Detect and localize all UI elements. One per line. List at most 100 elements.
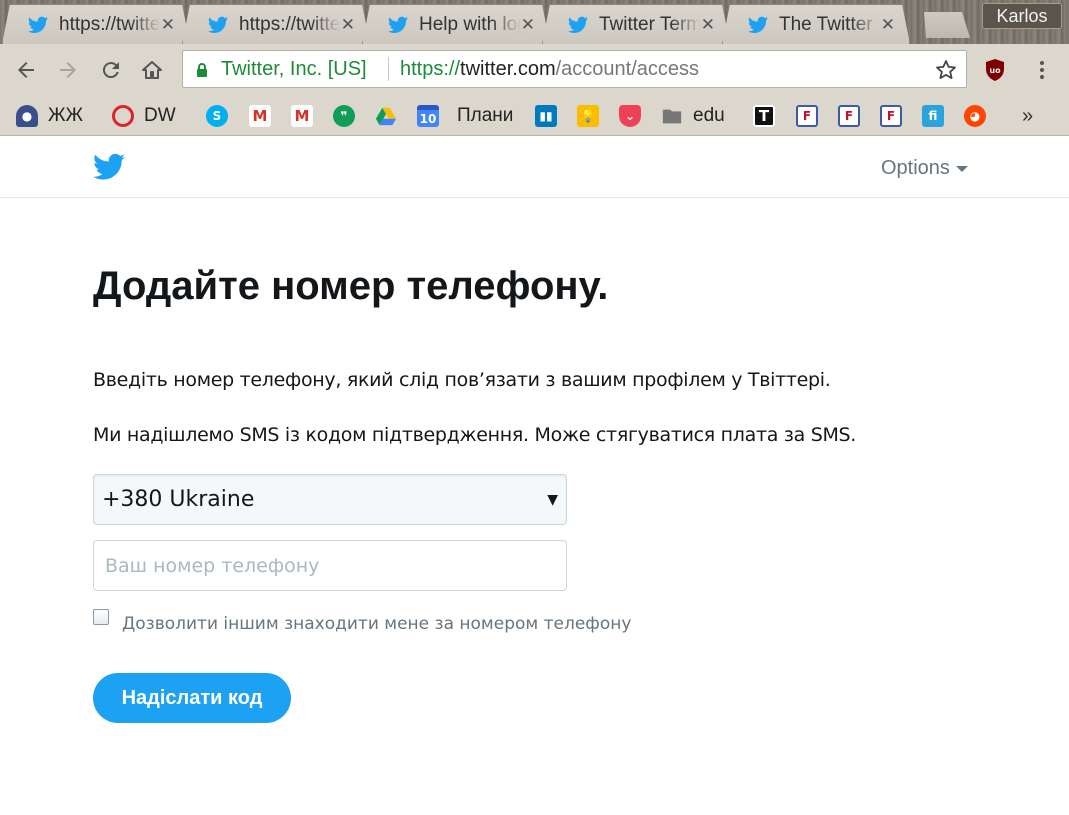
forward-arrow-icon bbox=[60, 62, 76, 78]
url-text[interactable]: https://twitter.com/account/access bbox=[400, 58, 699, 81]
keep-icon: 💡 bbox=[577, 105, 599, 127]
folder-icon bbox=[662, 109, 682, 124]
bookmark-t[interactable]: T bbox=[753, 104, 775, 128]
phone-number-input[interactable] bbox=[93, 540, 567, 591]
country-code-select[interactable]: +380 Ukraine ▼ bbox=[93, 474, 567, 525]
feed-icon: F bbox=[880, 105, 902, 127]
bookmark-feed-2[interactable]: F bbox=[838, 104, 860, 128]
discoverability-label[interactable]: Дозволити іншим знаходити мене за номеро… bbox=[122, 614, 631, 634]
sms-note-text: Ми надішлемо SMS із кодом підтвердження.… bbox=[93, 424, 857, 446]
back-button[interactable] bbox=[10, 54, 42, 86]
bookmark-gmail[interactable]: M bbox=[249, 104, 271, 128]
feed-icon: F bbox=[796, 105, 818, 127]
intro-text: Введіть номер телефону, який слід пов’яз… bbox=[93, 369, 831, 391]
browser-toolbar: Twitter, Inc. [US] https://twitter.com/a… bbox=[0, 44, 1069, 96]
bookmark-folder-edu[interactable]: edu bbox=[661, 104, 725, 128]
address-divider bbox=[388, 57, 389, 81]
page-title: Додайте номер телефону. bbox=[93, 264, 609, 308]
home-button[interactable] bbox=[136, 54, 168, 86]
reload-button[interactable] bbox=[95, 54, 127, 86]
options-dropdown[interactable]: Options bbox=[881, 157, 968, 180]
twitter-bird-icon bbox=[567, 14, 589, 36]
twitter-top-bar: Options bbox=[0, 137, 1069, 198]
tab-title: https://twitter.com bbox=[239, 13, 341, 35]
send-code-button[interactable]: Надіслати код bbox=[93, 673, 291, 723]
pocket-icon: ⌄ bbox=[619, 105, 641, 127]
bookmark-plany[interactable]: 10 Плани bbox=[417, 104, 513, 128]
browser-tab[interactable]: https://twitter.com ✕ bbox=[2, 4, 190, 44]
bookmark-feed-1[interactable]: F bbox=[796, 104, 818, 128]
options-label: Options bbox=[881, 157, 950, 179]
chevron-double-right-icon: » bbox=[1022, 104, 1034, 127]
close-icon[interactable]: ✕ bbox=[881, 15, 895, 35]
bookmark-skype[interactable]: S bbox=[206, 104, 228, 128]
caret-down-icon bbox=[955, 165, 968, 172]
close-icon[interactable]: ✕ bbox=[161, 15, 175, 35]
bookmark-zhzh[interactable]: ● ЖЖ bbox=[16, 104, 83, 128]
bookmark-label: edu bbox=[693, 105, 725, 126]
t-icon: T bbox=[753, 105, 775, 127]
browser-tab-5[interactable]: The Twitter ✕ bbox=[722, 4, 910, 44]
url-path: /account/access bbox=[555, 58, 700, 80]
bookmark-reddit[interactable]: ◕ bbox=[964, 104, 986, 128]
ublock-origin-icon[interactable]: uo bbox=[983, 58, 1007, 82]
browser-tab-3[interactable]: Help with login ✕ bbox=[362, 4, 550, 44]
bookmark-label: DW bbox=[144, 105, 176, 126]
bookmark-fi[interactable]: fi bbox=[922, 104, 944, 128]
home-icon bbox=[142, 61, 162, 79]
bookmark-gmail-2[interactable]: M bbox=[291, 104, 313, 128]
bookmark-keep[interactable]: 💡 bbox=[577, 104, 599, 128]
browser-tab-4[interactable]: Twitter Terms ✕ bbox=[542, 4, 730, 44]
close-icon[interactable]: ✕ bbox=[341, 15, 355, 35]
bookmark-label: Плани bbox=[457, 105, 514, 126]
skype-icon: S bbox=[206, 105, 228, 127]
user-avatar-icon: ● bbox=[16, 105, 38, 127]
tab-title: Help with login bbox=[419, 13, 518, 35]
bookmark-hangouts[interactable]: ❞ bbox=[333, 104, 355, 128]
browser-tab-2[interactable]: https://twitter.com ✕ bbox=[182, 4, 370, 44]
country-code-value: +380 Ukraine bbox=[102, 487, 255, 512]
twitter-bird-icon bbox=[747, 14, 769, 36]
reddit-icon: ◕ bbox=[964, 105, 986, 127]
browser-menu-icon[interactable] bbox=[1032, 58, 1052, 82]
bookmarks-bar: ● ЖЖ DW S M M ❞ 10 Плани ▮▮ 💡 ⌄ edu T F bbox=[0, 96, 1069, 136]
bookmark-pocket[interactable]: ⌄ bbox=[619, 104, 641, 128]
bookmark-label: ЖЖ bbox=[48, 105, 84, 126]
bookmark-drive[interactable] bbox=[375, 104, 397, 128]
bookmark-trello[interactable]: ▮▮ bbox=[535, 104, 557, 128]
close-icon[interactable]: ✕ bbox=[521, 15, 535, 35]
twitter-bird-icon bbox=[27, 14, 49, 36]
bookmark-star-icon[interactable] bbox=[934, 58, 958, 82]
dw-icon bbox=[112, 105, 134, 127]
twitter-bird-icon bbox=[387, 14, 409, 36]
tab-title: The Twitter bbox=[779, 13, 873, 35]
bookmark-dw[interactable]: DW bbox=[112, 104, 176, 128]
bookmark-feed-3[interactable]: F bbox=[880, 104, 902, 128]
new-tab-button[interactable] bbox=[918, 12, 970, 38]
tab-title: Twitter Terms bbox=[599, 13, 701, 35]
calendar-icon: 10 bbox=[417, 105, 439, 127]
forward-button[interactable] bbox=[52, 54, 84, 86]
hangouts-icon: ❞ bbox=[333, 105, 355, 127]
drive-icon bbox=[375, 107, 397, 126]
url-scheme: https:// bbox=[400, 58, 461, 80]
close-icon[interactable]: ✕ bbox=[701, 15, 715, 35]
gmail-icon: M bbox=[291, 105, 313, 127]
gmail-icon: M bbox=[249, 105, 271, 127]
svg-text:uo: uo bbox=[989, 66, 1001, 75]
select-arrow-icon: ▼ bbox=[547, 492, 558, 508]
address-bar[interactable]: Twitter, Inc. [US] https://twitter.com/a… bbox=[182, 50, 967, 88]
lock-icon bbox=[197, 63, 207, 77]
back-arrow-icon bbox=[18, 62, 34, 78]
reload-icon bbox=[102, 62, 119, 79]
trello-icon: ▮▮ bbox=[535, 105, 557, 127]
tab-title: https://twitter.com bbox=[59, 13, 161, 35]
twitter-bird-icon bbox=[207, 14, 229, 36]
bookmarks-overflow-button[interactable]: » bbox=[1022, 104, 1033, 128]
discoverability-checkbox[interactable] bbox=[93, 609, 109, 625]
url-host: twitter.com bbox=[460, 58, 556, 80]
feed-icon: F bbox=[838, 105, 860, 127]
twitter-logo-icon[interactable] bbox=[93, 153, 125, 181]
ev-certificate-label[interactable]: Twitter, Inc. [US] bbox=[221, 58, 367, 81]
profile-button[interactable]: Karlos bbox=[982, 3, 1062, 29]
